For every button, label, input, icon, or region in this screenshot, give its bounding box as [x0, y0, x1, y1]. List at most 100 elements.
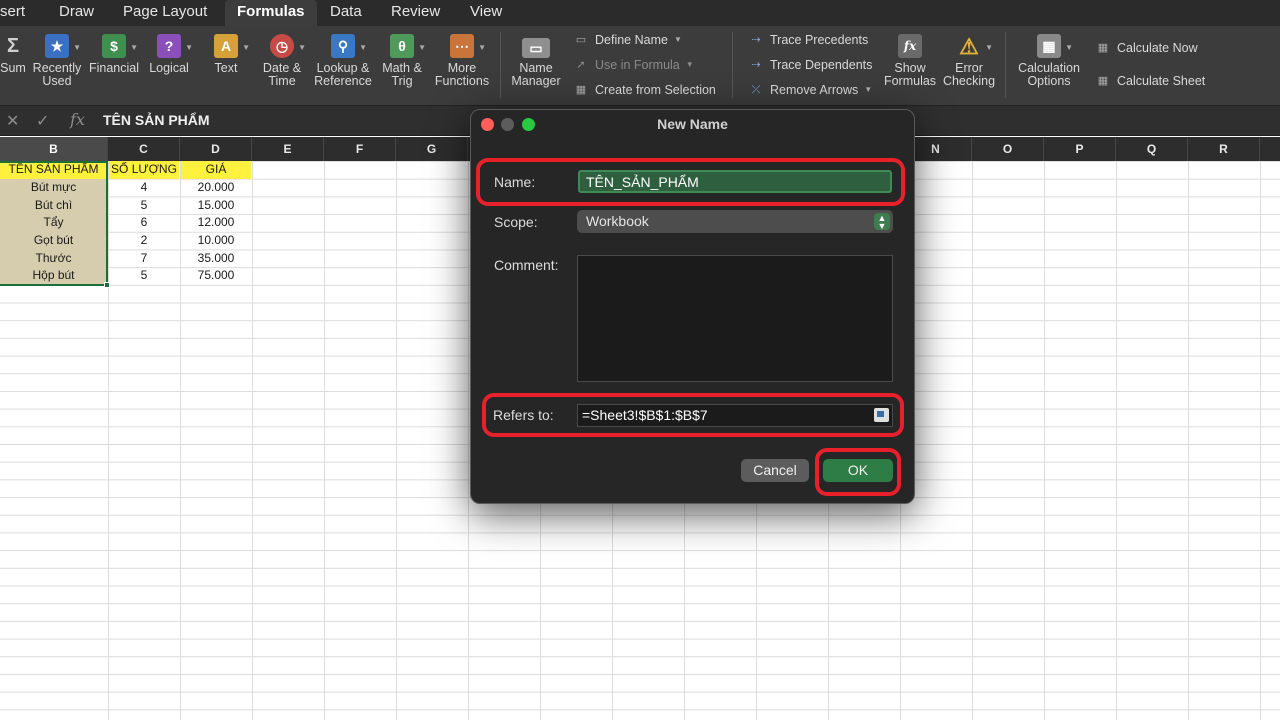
table-icon: ▦: [575, 84, 587, 96]
gridline: [1116, 161, 1117, 720]
table-cell[interactable]: 35.000: [181, 250, 251, 268]
recently-used-button[interactable]: ★ ▼ Recently Used: [30, 34, 84, 88]
scope-label: Scope:: [494, 214, 538, 230]
calculation-options-button[interactable]: ▦ ▼ Calculation Options: [1014, 34, 1084, 88]
name-manager-button[interactable]: ▭ Name Manager: [508, 34, 564, 88]
tab-page-layout[interactable]: Page Layout: [111, 0, 219, 26]
table-cell[interactable]: 20.000: [181, 179, 251, 197]
use-in-formula-button[interactable]: ➚ Use in Formula ▼: [573, 55, 694, 75]
clock-icon: ◷ ▼: [270, 34, 306, 58]
scope-select[interactable]: Workbook ▲ ▼: [577, 210, 893, 233]
column-header-d[interactable]: D: [180, 137, 252, 161]
refers-to-value: =Sheet3!$B$1:$B$7: [582, 407, 708, 423]
more-functions-button[interactable]: ⋯ ▼ More Functions: [433, 34, 491, 88]
tab-formulas[interactable]: Formulas: [225, 0, 317, 26]
formula-bar-input[interactable]: TÊN SẢN PHẨM: [103, 112, 210, 128]
header-cell-quantity[interactable]: SỐ LƯỢNG: [109, 161, 179, 179]
table-cell[interactable]: 12.000: [181, 214, 251, 232]
gridline: [1260, 161, 1261, 720]
chevron-down-icon: ▼: [685, 60, 694, 69]
financial-button[interactable]: $ ▼ Financial: [87, 34, 141, 75]
trace-dependents-icon: ⇢: [751, 59, 761, 71]
table-cell[interactable]: Gọt bút: [0, 232, 107, 250]
fx-icon: fx: [898, 34, 922, 58]
table-cell[interactable]: 5: [109, 267, 179, 285]
table-cell[interactable]: Hộp bút: [0, 267, 107, 285]
pointer-icon: ➚: [576, 59, 586, 71]
table-cell[interactable]: 2: [109, 232, 179, 250]
table-cell[interactable]: 75.000: [181, 267, 251, 285]
column-header-r[interactable]: R: [1188, 137, 1260, 161]
column-header-q[interactable]: Q: [1116, 137, 1188, 161]
show-formulas-button[interactable]: fx Show Formulas: [882, 34, 938, 88]
column-header-b[interactable]: B: [0, 137, 108, 161]
calculate-sheet-button[interactable]: ▦ Calculate Sheet: [1095, 71, 1205, 91]
table-cell[interactable]: Thước: [0, 250, 107, 268]
table-cell[interactable]: Bút mực: [0, 179, 107, 197]
table-cell[interactable]: 6: [109, 214, 179, 232]
formulas-ribbon: Σ Sum ★ ▼ Recently Used $ ▼ Financial ? ▼ L…: [0, 26, 1280, 106]
sigma-icon: Σ: [6, 34, 19, 57]
calculate-now-button[interactable]: ▦ Calculate Now: [1095, 38, 1198, 58]
error-checking-button[interactable]: ⚠ ▼ Error Checking: [941, 34, 997, 88]
math-trig-button[interactable]: θ ▼ Math & Trig: [379, 34, 426, 88]
tab-view[interactable]: View: [458, 0, 514, 26]
calculator-icon: ▦ ▼: [1037, 34, 1073, 58]
lookup-reference-button[interactable]: ⚲ ▼ Lookup & Reference: [313, 34, 373, 88]
tab-insert[interactable]: sert: [0, 0, 37, 26]
updown-chevron-icon: ▲ ▼: [874, 213, 890, 231]
name-input[interactable]: [578, 170, 892, 193]
trace-precedents-button[interactable]: ⇢ Trace Precedents: [748, 30, 868, 50]
ok-button[interactable]: OK: [823, 459, 893, 482]
ribbon-separator: [732, 32, 733, 98]
warning-icon: ⚠ ▼: [959, 33, 993, 59]
trace-precedents-icon: ⇢: [751, 34, 761, 46]
tab-review[interactable]: Review: [379, 0, 452, 26]
insert-function-icon[interactable]: fx: [70, 110, 85, 129]
column-header-o[interactable]: O: [972, 137, 1044, 161]
ribbon-tab-bar: sert Draw Page Layout Formulas Data Revi…: [0, 0, 1280, 26]
dialog-title: New Name: [657, 116, 728, 132]
logical-button[interactable]: ? ▼ Logical: [146, 34, 193, 75]
remove-arrows-button[interactable]: ⤫ Remove Arrows ▼: [748, 80, 873, 100]
table-cell[interactable]: 4: [109, 179, 179, 197]
table-cell[interactable]: Bút chì: [0, 197, 107, 215]
tag-icon: ▭: [522, 38, 550, 58]
create-from-selection-button[interactable]: ▦ Create from Selection: [573, 80, 716, 100]
table-cell[interactable]: Tẩy: [0, 214, 107, 232]
text-button[interactable]: A ▼ Text: [203, 34, 250, 75]
gridline: [468, 161, 469, 720]
calculator-small-icon: ▦: [1097, 42, 1109, 54]
dots-icon: ⋯ ▼: [450, 34, 486, 58]
cancel-button[interactable]: Cancel: [741, 459, 809, 482]
fill-handle[interactable]: [104, 282, 110, 288]
table-cell[interactable]: 15.000: [181, 197, 251, 215]
column-header-g[interactable]: G: [396, 137, 468, 161]
header-cell-product[interactable]: TÊN SẢN PHẨM: [0, 161, 107, 179]
column-header-e[interactable]: E: [252, 137, 324, 161]
header-cell-price[interactable]: GIÁ: [181, 161, 251, 179]
date-time-button[interactable]: ◷ ▼ Date & Time: [259, 34, 306, 88]
column-header-f[interactable]: F: [324, 137, 396, 161]
new-name-dialog: New Name Name: Scope: Workbook ▲▼ Commen…: [470, 109, 915, 504]
define-name-button[interactable]: ▭ Define Name ▼: [573, 30, 682, 50]
tab-draw[interactable]: Draw: [47, 0, 106, 26]
ribbon-separator: [1005, 32, 1006, 98]
table-cell[interactable]: 10.000: [181, 232, 251, 250]
table-cell[interactable]: 7: [109, 250, 179, 268]
calculator-small-icon: ▦: [1097, 75, 1109, 87]
column-header-p[interactable]: P: [1044, 137, 1116, 161]
confirm-edit-icon[interactable]: ✓: [36, 111, 49, 131]
money-icon: $ ▼: [102, 34, 138, 58]
comment-textarea[interactable]: [577, 255, 893, 382]
comment-label: Comment:: [494, 257, 559, 273]
gridline: [972, 161, 973, 720]
column-header-c[interactable]: C: [108, 137, 180, 161]
cancel-edit-icon[interactable]: ✕: [6, 111, 19, 131]
tab-data[interactable]: Data: [318, 0, 374, 26]
trace-dependents-button[interactable]: ⇢ Trace Dependents: [748, 55, 872, 75]
refers-to-input[interactable]: =Sheet3!$B$1:$B$7: [577, 404, 893, 427]
autosum-button[interactable]: Σ Sum: [0, 34, 28, 75]
table-cell[interactable]: 5: [109, 197, 179, 215]
collapse-dialog-icon[interactable]: [874, 408, 889, 422]
